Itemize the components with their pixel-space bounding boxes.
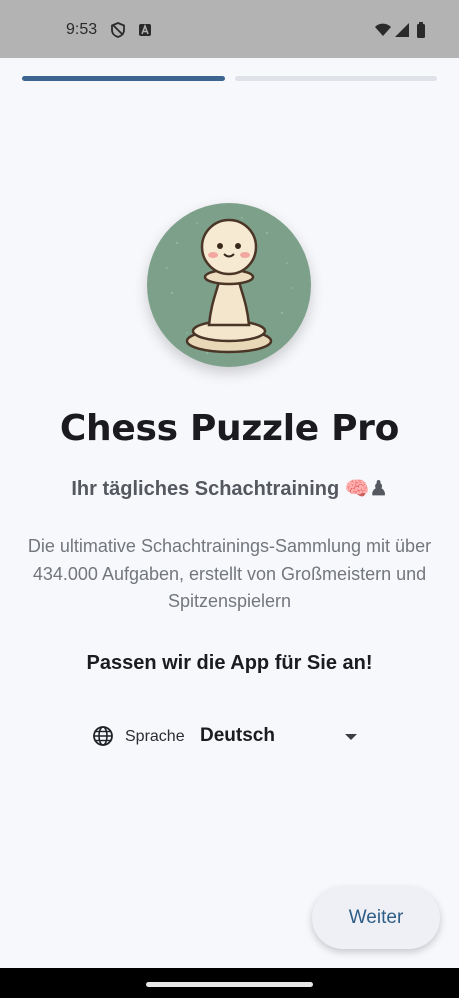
app-subtitle: Ihr tägliches Schachtraining 🧠♟ [71, 478, 388, 500]
language-label: Sprache [125, 728, 185, 745]
status-time: 9:53 [66, 21, 98, 38]
next-button[interactable]: Weiter [312, 887, 440, 949]
language-selected-value: Deutsch [200, 725, 275, 746]
language-row: Sprache Deutsch [90, 722, 370, 752]
progress-step-pending [235, 76, 437, 81]
status-bar: 9:53 [0, 0, 459, 58]
wifi-icon [375, 23, 391, 36]
app-description: Die ultimative Schachtrainings-Sammlung … [27, 536, 432, 611]
battery-icon [417, 22, 425, 38]
setup-heading: Passen wir die App für Sie an! [86, 652, 373, 674]
shield-icon [111, 22, 125, 38]
language-dropdown[interactable]: Deutsch [200, 722, 368, 752]
globe-icon [93, 726, 113, 746]
dropdown-arrow-icon [345, 734, 357, 740]
app-title: Chess Puzzle Pro [59, 408, 400, 449]
signal-icon [395, 23, 409, 37]
home-gesture-handle[interactable] [146, 982, 313, 987]
a-badge-icon [139, 23, 151, 36]
pawn-mascot-icon [147, 203, 311, 367]
progress-step-completed [22, 76, 225, 81]
